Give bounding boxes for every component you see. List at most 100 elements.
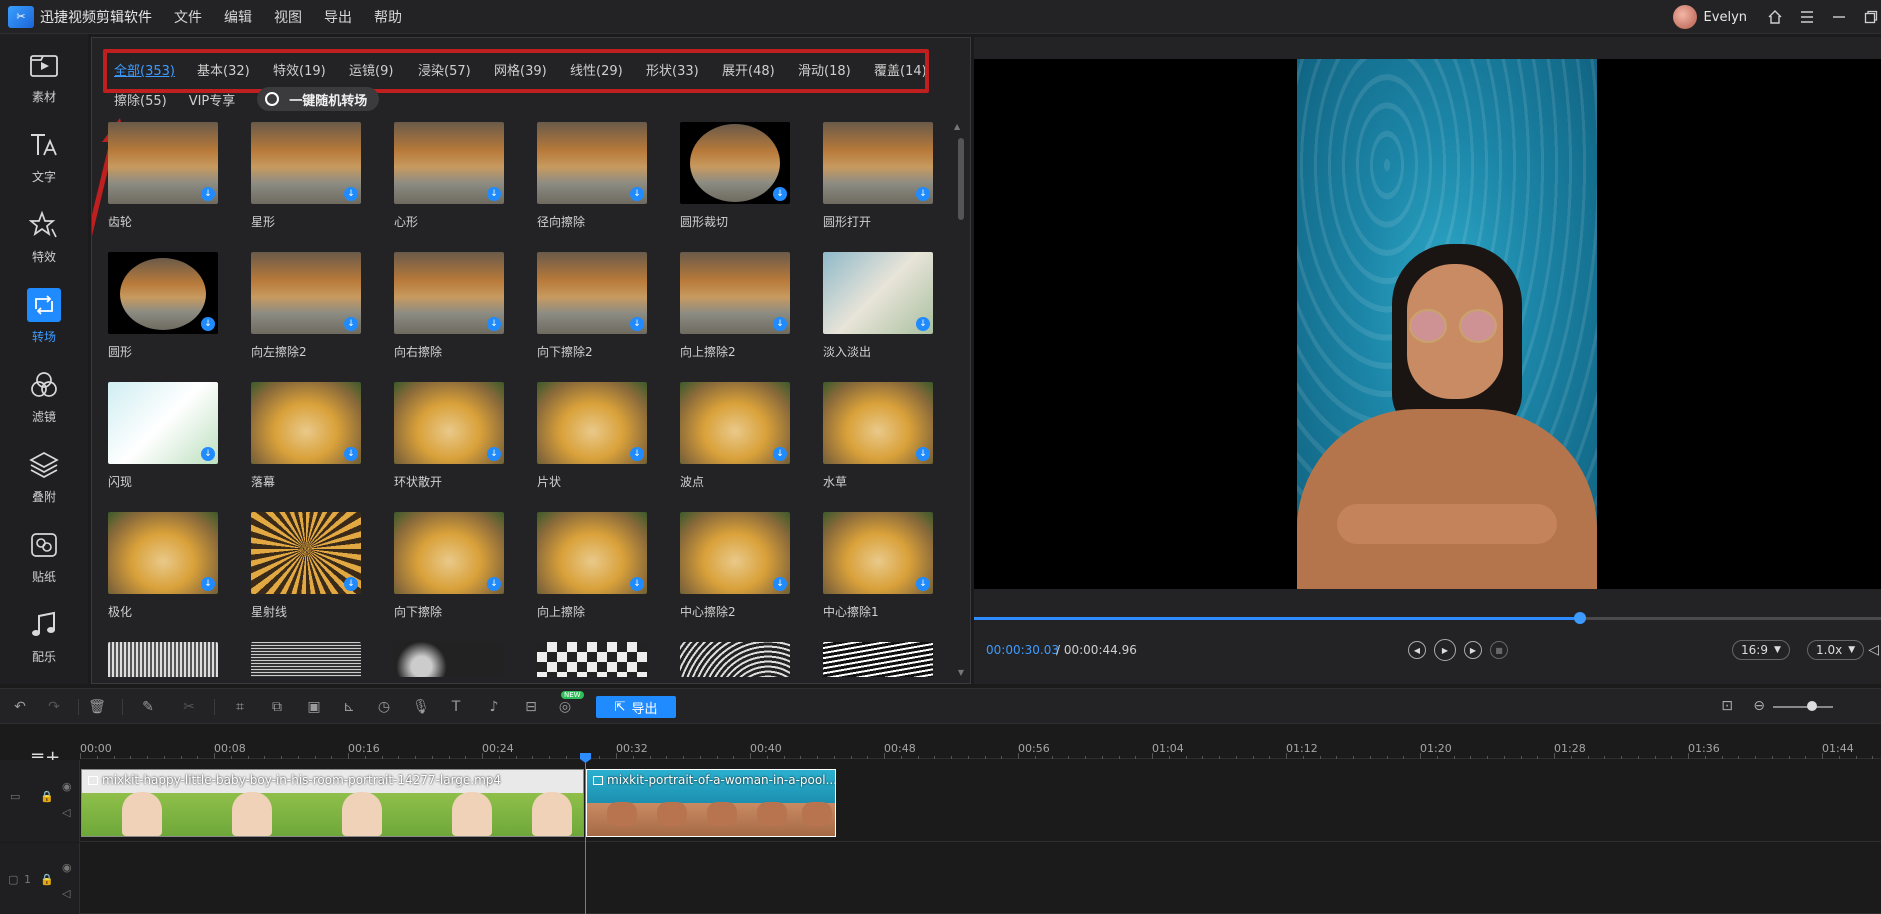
- download-icon[interactable]: ↓: [773, 187, 787, 201]
- transition-tile[interactable]: [537, 642, 667, 677]
- redo-icon[interactable]: ↷: [45, 698, 63, 716]
- download-icon[interactable]: ↓: [630, 317, 644, 331]
- nav-item-text[interactable]: 文字: [0, 116, 88, 196]
- menu-edit[interactable]: 编辑: [224, 7, 252, 27]
- time-ruler[interactable]: 00:00 00:08 00:16 00:24 00:32 00:40 00:48 00:56…: [80, 725, 1881, 759]
- fit-timeline-icon[interactable]: ⊡: [1721, 698, 1733, 714]
- mute-icon[interactable]: ◁: [62, 806, 70, 819]
- previous-frame-icon[interactable]: ◀: [1408, 641, 1426, 659]
- ruler-icon[interactable]: ⊾: [340, 698, 358, 716]
- playback-progress[interactable]: [974, 612, 1881, 624]
- transition-tile[interactable]: ↓ 星形: [251, 122, 381, 248]
- transition-tile[interactable]: ↓ 中心擦除2: [680, 512, 810, 638]
- menu-file[interactable]: 文件: [174, 7, 202, 27]
- crop-icon[interactable]: ⌗: [231, 698, 249, 716]
- download-icon[interactable]: ↓: [487, 447, 501, 461]
- download-icon[interactable]: ↓: [773, 317, 787, 331]
- random-transition-button[interactable]: 一键随机转场: [257, 87, 380, 111]
- transition-tile[interactable]: ↓ 向右擦除: [394, 252, 524, 378]
- playhead[interactable]: [585, 755, 586, 914]
- timeline-clip-selected[interactable]: mixkit-portrait-of-a-woman-in-a-pool...: [586, 769, 836, 837]
- download-icon[interactable]: ↓: [487, 577, 501, 591]
- nav-item-media[interactable]: 素材: [0, 36, 88, 116]
- undo-icon[interactable]: ↶: [11, 698, 29, 716]
- download-icon[interactable]: ↓: [773, 577, 787, 591]
- avatar[interactable]: [1672, 5, 1697, 29]
- scrollbar-thumb[interactable]: [958, 138, 964, 220]
- visibility-icon[interactable]: ◉: [62, 780, 72, 793]
- transition-tile[interactable]: [680, 642, 810, 677]
- lock-icon[interactable]: 🔒: [40, 790, 54, 803]
- transition-tile[interactable]: ↓ 向下擦除: [394, 512, 524, 638]
- aspect-ratio-select[interactable]: 16:9 ▼: [1732, 640, 1790, 660]
- hamburger-menu-icon[interactable]: [1797, 7, 1817, 27]
- scroll-down-icon[interactable]: ▼: [958, 668, 964, 677]
- username[interactable]: Evelyn: [1704, 10, 1747, 25]
- transition-tile[interactable]: ↓ 波点: [680, 382, 810, 508]
- tab-wipe[interactable]: 擦除(55): [114, 90, 167, 109]
- download-icon[interactable]: ↓: [916, 447, 930, 461]
- download-icon[interactable]: ↓: [630, 187, 644, 201]
- transition-tile[interactable]: [823, 642, 948, 677]
- minimize-icon[interactable]: [1829, 7, 1849, 27]
- download-icon[interactable]: ↓: [201, 577, 215, 591]
- voice-change-icon[interactable]: ♪: [485, 698, 503, 716]
- subtitle-icon[interactable]: ⊟: [522, 698, 540, 716]
- download-icon[interactable]: ↓: [201, 447, 215, 461]
- export-button[interactable]: ⇱ 导出: [596, 696, 676, 718]
- download-icon[interactable]: ↓: [916, 577, 930, 591]
- transition-tile[interactable]: ↓ 径向擦除: [537, 122, 667, 248]
- transition-tile[interactable]: ↓ 环状散开: [394, 382, 524, 508]
- tab-vip[interactable]: VIP专享: [189, 90, 236, 109]
- transition-tile[interactable]: ↓ 中心擦除1: [823, 512, 948, 638]
- delete-icon[interactable]: 🗑: [88, 698, 106, 716]
- speed-icon[interactable]: ◷: [375, 698, 393, 716]
- transition-tile[interactable]: [108, 642, 238, 677]
- download-icon[interactable]: ↓: [344, 577, 358, 591]
- menu-help[interactable]: 帮助: [374, 7, 402, 27]
- download-icon[interactable]: ↓: [630, 577, 644, 591]
- download-icon[interactable]: ↓: [201, 187, 215, 201]
- text-to-speech-icon[interactable]: T: [447, 698, 465, 716]
- transition-tile[interactable]: ↓ 心形: [394, 122, 524, 248]
- transition-tile[interactable]: [394, 642, 524, 677]
- transition-tile[interactable]: ↓ 极化: [108, 512, 238, 638]
- download-icon[interactable]: ↓: [344, 317, 358, 331]
- edit-icon[interactable]: ✎: [139, 698, 157, 716]
- zoom-out-icon[interactable]: ⊖: [1753, 698, 1765, 714]
- transition-tile[interactable]: ↓ 落幕: [251, 382, 381, 508]
- download-icon[interactable]: ↓: [487, 187, 501, 201]
- transition-tile[interactable]: ↓ 水草: [823, 382, 948, 508]
- resize-icon[interactable]: ⧉: [268, 698, 286, 716]
- nav-item-music[interactable]: 配乐: [0, 596, 88, 676]
- home-icon[interactable]: [1765, 7, 1785, 27]
- microphone-icon[interactable]: 🎙: [412, 698, 430, 716]
- speed-select[interactable]: 1.0x ▼: [1807, 640, 1865, 660]
- restore-icon[interactable]: [1861, 7, 1881, 27]
- transition-tile[interactable]: ↓ 向左擦除2: [251, 252, 381, 378]
- scroll-up-icon[interactable]: ▲: [954, 122, 964, 132]
- transition-tile[interactable]: ↓ 闪现: [108, 382, 238, 508]
- lock-icon[interactable]: 🔒: [40, 873, 54, 886]
- transition-tile[interactable]: ↓ 齿轮: [108, 122, 238, 248]
- nav-item-effects[interactable]: 特效: [0, 196, 88, 276]
- transition-tile[interactable]: ↓ 圆形裁切: [680, 122, 810, 248]
- download-icon[interactable]: ↓: [916, 187, 930, 201]
- download-icon[interactable]: ↓: [916, 317, 930, 331]
- transition-tile[interactable]: ↓ 圆形打开: [823, 122, 948, 248]
- nav-item-filter[interactable]: 滤镜: [0, 356, 88, 436]
- download-icon[interactable]: ↓: [344, 187, 358, 201]
- nav-item-sticker[interactable]: 贴纸: [0, 516, 88, 596]
- download-icon[interactable]: ↓: [487, 317, 501, 331]
- transition-tile[interactable]: ↓ 圆形: [108, 252, 238, 378]
- transition-tile[interactable]: ↓ 向下擦除2: [537, 252, 667, 378]
- ai-icon[interactable]: ◎: [556, 698, 574, 716]
- nav-item-overlay[interactable]: 叠附: [0, 436, 88, 516]
- transition-tile[interactable]: ↓ 向上擦除2: [680, 252, 810, 378]
- download-icon[interactable]: ↓: [630, 447, 644, 461]
- menu-export[interactable]: 导出: [324, 7, 352, 27]
- next-frame-icon[interactable]: ▶: [1464, 641, 1482, 659]
- volume-icon[interactable]: ◁: [1868, 642, 1879, 658]
- play-icon[interactable]: ▶: [1434, 639, 1456, 661]
- menu-view[interactable]: 视图: [274, 7, 302, 27]
